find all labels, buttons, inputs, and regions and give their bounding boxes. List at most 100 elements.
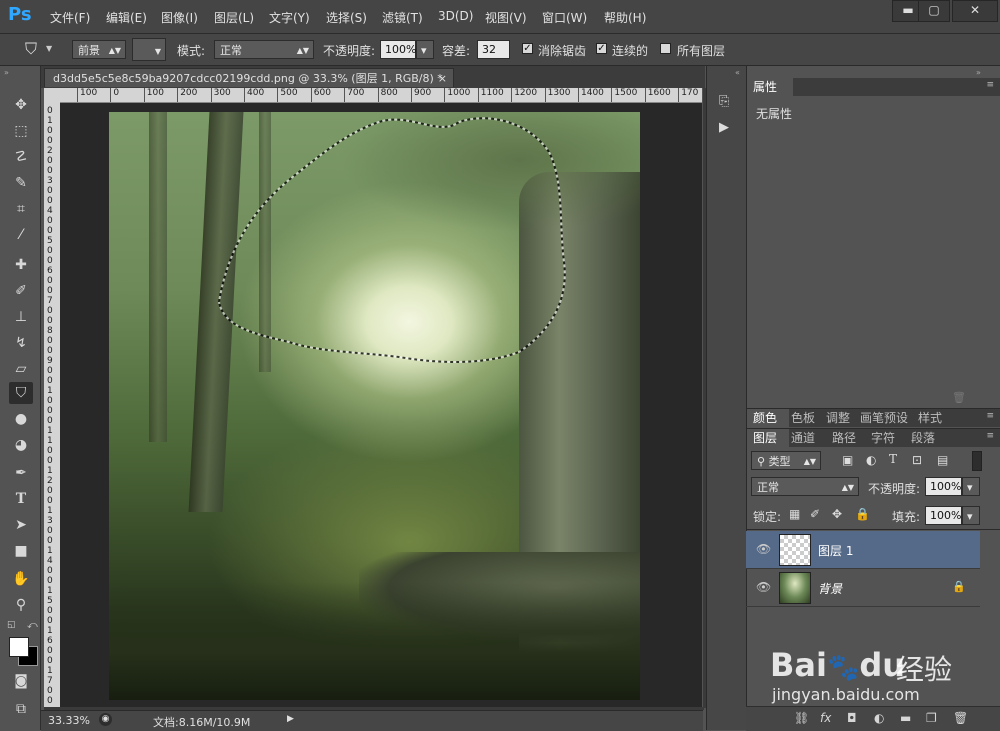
- zoom-tool-icon[interactable]: ⚲: [9, 594, 33, 616]
- filter-shape-layer-icon[interactable]: ⊡: [912, 453, 922, 467]
- filter-adjustment-layer-icon[interactable]: ◐: [866, 453, 876, 467]
- status-menu-icon[interactable]: ◉: [99, 713, 112, 726]
- opacity-dropdown-button[interactable]: ▾: [416, 40, 434, 59]
- actions-play-icon[interactable]: ▶: [719, 120, 729, 135]
- layer-opacity-dropdown-button[interactable]: ▾: [962, 477, 980, 496]
- layer-opacity-input[interactable]: 100%: [925, 477, 962, 496]
- menu-image[interactable]: 图像(I): [161, 9, 198, 26]
- collapse-arrows-icon[interactable]: »: [4, 68, 9, 77]
- menu-filter[interactable]: 滤镜(T): [382, 9, 423, 26]
- foreground-color-swatch[interactable]: [9, 637, 29, 657]
- delete-layer-icon[interactable]: 🗑: [953, 711, 968, 725]
- opacity-input[interactable]: 100%: [380, 40, 416, 59]
- lock-image-pixels-icon[interactable]: ✐: [810, 507, 820, 521]
- quick-selection-tool-icon[interactable]: ✎: [9, 172, 33, 194]
- healing-brush-tool-icon[interactable]: ✚: [9, 254, 33, 276]
- layer-style-icon[interactable]: fx: [820, 711, 831, 725]
- layer-name[interactable]: 图层 1: [818, 542, 853, 559]
- crop-tool-icon[interactable]: ⌗: [9, 198, 33, 220]
- tab-layers[interactable]: 图层: [747, 429, 789, 447]
- layer-row[interactable]: 👁 图层 1: [746, 531, 980, 569]
- tab-brush-presets[interactable]: 画笔预设: [860, 409, 908, 427]
- pen-tool-icon[interactable]: ✒: [9, 462, 33, 484]
- new-layer-icon[interactable]: ❐: [926, 711, 937, 725]
- status-expand-icon[interactable]: ▶: [287, 714, 294, 724]
- lock-position-icon[interactable]: ✥: [832, 507, 842, 521]
- type-tool-icon[interactable]: T: [9, 488, 33, 510]
- zoom-level[interactable]: 33.33%: [48, 714, 90, 727]
- horizontal-ruler[interactable]: 100 0 100 200 300 400 500 600 700 800 900 1000 1100 1…: [60, 88, 702, 103]
- path-selection-tool-icon[interactable]: ➤: [9, 514, 33, 536]
- menu-select[interactable]: 选择(S): [326, 9, 367, 26]
- clone-stamp-tool-icon[interactable]: ⊥: [9, 306, 33, 328]
- hand-tool-icon[interactable]: ✋: [9, 568, 33, 590]
- contiguous-checkbox[interactable]: ✓: [596, 43, 607, 54]
- menu-type[interactable]: 文字(Y): [269, 9, 310, 26]
- eyedropper-tool-icon[interactable]: ⁄: [9, 224, 33, 246]
- all-layers-checkbox[interactable]: [660, 43, 671, 54]
- filter-smart-object-icon[interactable]: ▤: [937, 453, 948, 467]
- new-adjustment-layer-icon[interactable]: ◐: [874, 711, 884, 725]
- link-layers-icon[interactable]: ⛓: [794, 711, 809, 725]
- layer-row[interactable]: 👁 背景 🔒: [746, 569, 980, 607]
- tab-color[interactable]: 颜色: [747, 409, 789, 427]
- history-brush-tool-icon[interactable]: ↯: [9, 332, 33, 354]
- mode-dropdown[interactable]: 正常 ▲▼: [214, 40, 314, 59]
- panel-menu-icon[interactable]: ≡: [986, 80, 994, 90]
- add-mask-icon[interactable]: ◘: [847, 711, 857, 725]
- marquee-tool-icon[interactable]: ⬚: [9, 120, 33, 142]
- rectangle-tool-icon[interactable]: ■: [9, 540, 33, 562]
- tab-properties[interactable]: 属性: [747, 78, 793, 96]
- fill-source-dropdown[interactable]: 前景 ▲▼: [72, 40, 126, 59]
- tab-swatches[interactable]: 色板: [791, 409, 815, 427]
- maximize-button[interactable]: ▢: [918, 0, 950, 22]
- trash-icon[interactable]: 🗑: [952, 391, 966, 404]
- lasso-tool-icon[interactable]: ☡: [9, 146, 33, 168]
- document-tab[interactable]: d3dd5e5c5e8c59ba9207cdcc02199cdd.png @ 3…: [44, 68, 454, 87]
- document-canvas[interactable]: [109, 112, 640, 700]
- eraser-tool-icon[interactable]: ▱: [9, 358, 33, 380]
- filter-pixel-layer-icon[interactable]: ▣: [842, 453, 853, 467]
- panel-menu-icon[interactable]: ≡: [986, 431, 994, 441]
- paint-bucket-tool-icon[interactable]: ⛉: [9, 382, 33, 404]
- menu-file[interactable]: 文件(F): [50, 9, 90, 26]
- pattern-picker[interactable]: ▼: [132, 38, 166, 61]
- swap-colors-icon[interactable]: ⤺: [27, 620, 38, 631]
- default-colors-icon[interactable]: ◱: [7, 620, 16, 630]
- panel-menu-icon[interactable]: ≡: [986, 411, 994, 421]
- lock-transparency-icon[interactable]: ▦: [789, 507, 800, 521]
- blur-tool-icon[interactable]: ●: [9, 408, 33, 430]
- menu-layer[interactable]: 图层(L): [214, 9, 254, 26]
- dodge-tool-icon[interactable]: ◕: [9, 434, 33, 456]
- lock-all-icon[interactable]: 🔒: [855, 507, 870, 521]
- screen-mode-icon[interactable]: ⧉: [9, 698, 33, 720]
- menu-3d[interactable]: 3D(D): [438, 9, 473, 23]
- tab-character[interactable]: 字符: [871, 429, 895, 447]
- close-button[interactable]: ✕: [952, 0, 998, 22]
- collapse-arrows-icon[interactable]: «: [735, 68, 740, 77]
- tool-preset-arrow-icon[interactable]: ▼: [46, 44, 52, 53]
- move-tool-icon[interactable]: ✥: [9, 94, 33, 116]
- tab-styles[interactable]: 样式: [918, 409, 942, 427]
- tab-paragraph[interactable]: 段落: [911, 429, 935, 447]
- filter-type-layer-icon[interactable]: T: [889, 452, 897, 466]
- fill-input[interactable]: 100%: [925, 506, 962, 525]
- menu-view[interactable]: 视图(V): [485, 9, 527, 26]
- layer-name[interactable]: 背景: [818, 580, 842, 597]
- blend-mode-dropdown[interactable]: 正常 ▲▼: [751, 477, 859, 496]
- quick-mask-icon[interactable]: ◙: [9, 670, 33, 692]
- antialias-checkbox[interactable]: ✓: [522, 43, 533, 54]
- tab-channels[interactable]: 通道: [791, 429, 815, 447]
- eye-icon[interactable]: 👁: [756, 580, 771, 594]
- ruler-origin[interactable]: [44, 88, 60, 102]
- menu-help[interactable]: 帮助(H): [604, 9, 646, 26]
- tab-adjustments[interactable]: 调整: [826, 409, 850, 427]
- menu-edit[interactable]: 编辑(E): [106, 9, 147, 26]
- new-group-icon[interactable]: ▬: [900, 711, 911, 725]
- close-tab-icon[interactable]: ×: [438, 69, 447, 88]
- brush-tool-icon[interactable]: ✐: [9, 280, 33, 302]
- tab-paths[interactable]: 路径: [832, 429, 856, 447]
- paint-bucket-icon[interactable]: ⛉: [20, 38, 42, 60]
- fill-dropdown-button[interactable]: ▾: [962, 506, 980, 525]
- filter-toggle-switch[interactable]: [972, 451, 982, 471]
